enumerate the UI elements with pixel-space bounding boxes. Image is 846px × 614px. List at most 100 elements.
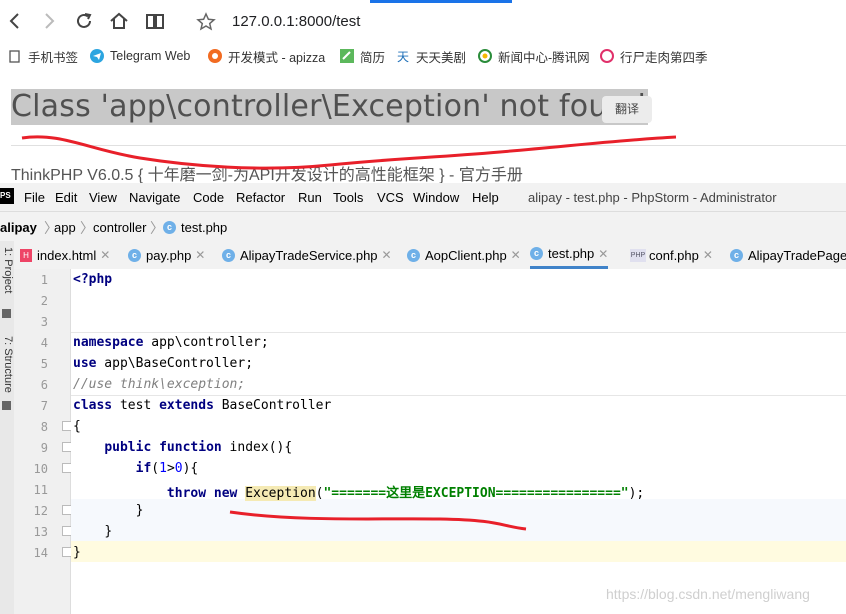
menu-navigate[interactable]: Navigate [129,190,180,205]
chevron-right-icon: 〉 [150,220,164,236]
video-icon [600,49,614,63]
line-number-gutter: 1 2 3 4 5 6 7 8 9 10 11 12 13 14 [14,269,72,614]
line-number: 2 [40,294,48,308]
method-separator [71,332,846,333]
line-number: 5 [40,357,48,371]
navigation-breadcrumb: alipay 〉 app 〉 controller 〉 c test.php [0,211,846,242]
close-icon[interactable]: ✕ [195,248,205,262]
forward-icon[interactable] [38,10,60,32]
ide-menu-bar: PS File Edit View Navigate Code Refactor… [0,183,846,211]
line-number: 11 [33,483,48,497]
tab-alipay-trade-service[interactable]: c AlipayTradeService.php ✕ [222,241,392,269]
window-title: alipay - test.php - PhpStorm - Administr… [528,190,777,205]
html-file-icon: H [20,248,32,262]
breadcrumb-app[interactable]: app [54,220,76,235]
line-number: 1 [40,273,48,287]
line-number: 9 [40,441,48,455]
unresolved-class-highlight: Exception [245,486,316,501]
menu-edit[interactable]: Edit [55,190,77,205]
code-line-12: } [135,503,144,518]
breadcrumb-controller[interactable]: controller [93,220,146,235]
menu-code[interactable]: Code [193,190,224,205]
close-icon[interactable]: ✕ [598,247,608,261]
method-separator [71,395,846,396]
line-number: 13 [33,525,48,539]
thinkphp-link[interactable]: ThinkPHP [11,167,83,184]
code-line-4: namespace app\controller; [73,335,269,350]
structure-panel-toggle[interactable]: 7: Structure [0,336,14,393]
bookmark-item[interactable]: Telegram Web [90,47,190,65]
line-number: 12 [33,504,48,518]
menu-help[interactable]: Help [472,190,499,205]
framework-footer: ThinkPHP V6.0.5 { 十年磨一剑-为API开发设计的高性能框架 }… [11,161,523,185]
bookmark-label: 天天美剧 [416,50,467,65]
php-class-icon: c [163,221,176,234]
bookmark-item[interactable]: 手机书签 [8,47,78,65]
tool-window-strip: 1: Project 7: Structure [0,241,15,614]
code-line-6: //use think\exception; [73,377,246,392]
tab-index-html[interactable]: Hindex.html ✕ [20,241,110,269]
menu-run[interactable]: Run [298,190,322,205]
close-icon[interactable]: ✕ [703,248,713,262]
translate-button[interactable]: 翻译 [602,96,652,123]
php-file-icon: PHP [630,248,646,262]
code-editor[interactable]: <?php namespace app\controller; use app\… [71,269,846,614]
bookmark-label: 行尸走肉第四季 [620,50,708,65]
bookmark-item[interactable]: 简历 [340,47,385,65]
svg-text:天: 天 [397,50,409,63]
csdn-watermark: https://blog.csdn.net/mengliwang [606,586,810,602]
structure-icon [2,401,11,410]
tab-aop-client[interactable]: c AopClient.php ✕ [407,241,521,269]
line-number: 10 [33,462,48,476]
current-line-highlight [71,541,846,562]
code-line-1: <?php [73,272,113,287]
bookmark-item[interactable]: 行尸走肉第四季 [600,47,708,65]
menu-file[interactable]: File [24,190,45,205]
footer-text: V6.0.5 { 十年磨一剑-为API开发设计的高性能框架 } - [82,167,459,184]
manual-link[interactable]: 官方手册 [459,167,523,184]
reading-mode-icon[interactable] [144,10,166,32]
php-class-icon: c [128,248,141,262]
breadcrumb-file[interactable]: c test.php [163,220,227,235]
bookmark-label: 简历 [360,50,386,65]
telegram-icon [90,49,104,63]
php-class-icon: c [730,248,743,262]
close-icon[interactable]: ✕ [511,248,521,262]
bookmark-item[interactable]: 天 天天美剧 [396,47,466,65]
bookmarks-bar: 手机书签 Telegram Web 开发模式 - apizza 简历 天 天天美… [0,44,846,68]
close-icon[interactable]: ✕ [100,248,110,262]
menu-vcs[interactable]: VCS [377,190,404,205]
tab-pay-php[interactable]: c pay.php ✕ [128,241,205,269]
bookmark-item[interactable]: 新闻中心-腾讯网 [478,47,590,65]
tab-alipay-trade-page[interactable]: c AlipayTradePage [730,241,846,269]
address-bar-url[interactable]: 127.0.0.1:8000/test [232,13,360,30]
php-class-icon: c [530,247,543,260]
close-icon[interactable]: ✕ [382,248,392,262]
home-icon[interactable] [108,10,130,32]
tab-test-php[interactable]: c test.php ✕ [530,241,609,269]
code-line-11: throw new Exception("=======这里是EXCEPTION… [166,486,645,501]
menu-view[interactable]: View [89,190,117,205]
back-icon[interactable] [4,10,26,32]
tv-icon: 天 [397,50,409,63]
tab-conf-php[interactable]: PHP conf.php ✕ [630,241,713,269]
bookmark-label: 开发模式 - apizza [228,50,326,65]
project-panel-toggle[interactable]: 1: Project [0,247,14,293]
menu-window[interactable]: Window [413,190,459,205]
breadcrumb-project[interactable]: alipay [0,220,37,235]
reload-icon[interactable] [73,10,95,32]
menu-refactor[interactable]: Refactor [236,190,285,205]
bookmark-item[interactable]: 开发模式 - apizza [208,47,325,65]
line-number: 6 [40,378,48,392]
line-number: 14 [33,546,48,560]
line-number: 7 [40,399,48,413]
folder-icon [9,50,20,63]
bookmark-star-icon[interactable] [196,12,216,32]
phpstorm-window: PS File Edit View Navigate Code Refactor… [0,183,846,614]
code-line-13: } [104,524,113,539]
bookmark-label: 手机书签 [28,50,79,65]
divider [11,145,846,146]
error-message-title: Class 'app\controller\Exception' not fou… [11,89,648,125]
menu-tools[interactable]: Tools [333,190,363,205]
code-line-14: } [73,545,81,560]
